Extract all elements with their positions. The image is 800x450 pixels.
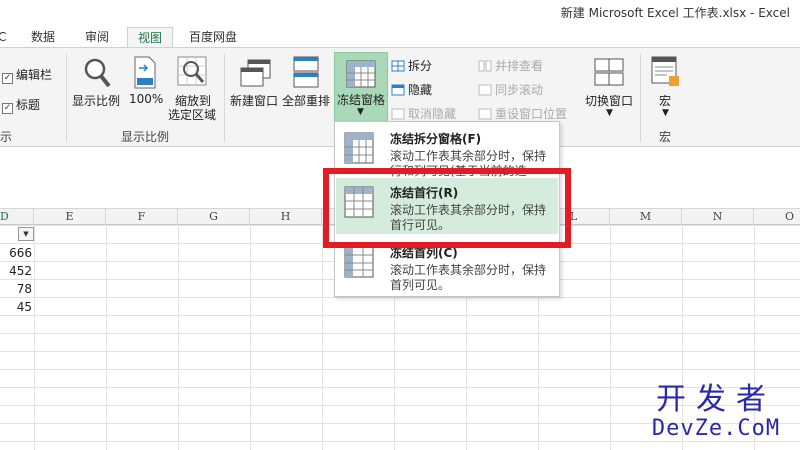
sync-scroll-label: 同步滚动 [495, 83, 544, 97]
sync-scroll-button[interactable]: 同步滚动 [478, 81, 543, 98]
unhide-label: 取消隐藏 [408, 107, 457, 121]
formula-bar-label: 编辑栏 [16, 68, 53, 82]
view-side-by-side-button[interactable]: 并排查看 [478, 57, 543, 74]
arrange-all-icon [293, 56, 319, 88]
formula-bar-checkbox[interactable]: ✓ 编辑栏 [2, 66, 52, 84]
new-window-icon [240, 59, 271, 87]
column-header-h[interactable]: H [250, 209, 322, 225]
column-header-g[interactable]: G [178, 209, 250, 225]
reset-position-label: 重设窗口位置 [495, 107, 568, 121]
column-header-e[interactable]: E [34, 209, 106, 225]
unhide-icon [391, 108, 405, 120]
new-window-label: 新建窗口 [230, 94, 279, 108]
cell-value[interactable]: 45 [0, 300, 34, 314]
dropdown-arrow-icon: ▼ [357, 107, 364, 117]
cell-value[interactable]: 666 [0, 246, 34, 260]
sync-scroll-icon [478, 84, 492, 96]
tab-review[interactable]: 审阅 [85, 27, 109, 48]
hide-icon [391, 84, 405, 96]
menu-item-title: 冻结拆分窗格(F) [390, 132, 482, 146]
freeze-panes-icon [346, 60, 376, 88]
zoom-100-icon [134, 56, 156, 89]
freeze-panes-option-icon [344, 132, 374, 164]
freeze-first-column-icon [344, 246, 374, 278]
dropdown-arrow-icon: ▼ [662, 108, 669, 118]
column-header-d[interactable]: D [0, 209, 34, 225]
side-by-side-icon [478, 60, 492, 72]
column-header-o[interactable]: O [754, 209, 800, 225]
split-icon [391, 60, 405, 72]
watermark-line-1: 开发者 [656, 382, 776, 417]
column-header-f[interactable]: F [106, 209, 178, 225]
cell-value[interactable]: 452 [0, 264, 34, 278]
macro-icon [651, 56, 679, 86]
macros-label: 宏 [659, 94, 672, 108]
reset-window-position-button[interactable]: 重设窗口位置 [478, 105, 567, 122]
unhide-button[interactable]: 取消隐藏 [391, 105, 456, 122]
cell-value[interactable]: 78 [0, 282, 34, 296]
tab-view[interactable]: 视图 [127, 27, 174, 48]
ribbon-tabs: C 数据 审阅 视图 百度网盘 [0, 24, 800, 48]
freeze-panes-label: 冻结窗格 [337, 93, 386, 107]
zoom-label: 显示比例 [72, 94, 121, 108]
reset-position-icon [478, 108, 492, 120]
check-icon: ✓ [2, 73, 13, 84]
group-divider [66, 54, 67, 142]
freeze-panes-button[interactable]: 冻结窗格 ▼ [334, 52, 388, 122]
window-title: 新建 Microsoft Excel 工作表.xlsx - Excel [560, 6, 790, 20]
tab-partial[interactable]: C [0, 27, 6, 48]
hide-button[interactable]: 隐藏 [391, 81, 432, 98]
column-header-m[interactable]: M [610, 209, 682, 225]
group-divider [640, 54, 641, 142]
headings-checkbox[interactable]: ✓ 标题 [2, 96, 40, 114]
tab-baidu-netdisk[interactable]: 百度网盘 [189, 27, 237, 48]
zoom-group-label: 显示比例 [121, 130, 170, 144]
switch-windows-icon [594, 58, 624, 86]
headings-label: 标题 [16, 98, 41, 112]
side-by-side-label: 并排查看 [495, 59, 544, 73]
show-group-label: 示 [0, 130, 13, 144]
watermark-line-2: DevZe.CoM [651, 416, 781, 441]
check-icon: ✓ [2, 103, 13, 114]
zoom-100-label: 100% [129, 92, 164, 106]
hide-label: 隐藏 [408, 83, 433, 97]
highlight-annotation-box [323, 168, 571, 248]
dropdown-arrow-icon: ▼ [606, 108, 613, 118]
menu-item-description: 滚动工作表其余部分时，保持首列可见。 [390, 263, 547, 292]
group-divider [224, 54, 225, 142]
split-label: 拆分 [408, 59, 433, 73]
tab-data[interactable]: 数据 [31, 27, 55, 48]
magnifier-icon [84, 58, 111, 88]
filter-dropdown-icon[interactable]: ▼ [18, 227, 34, 241]
macro-group-label: 宏 [659, 130, 672, 144]
title-bar: 新建 Microsoft Excel 工作表.xlsx - Excel [0, 0, 800, 24]
zoom-selection-label-2: 选定区域 [168, 108, 217, 122]
watermark: 开发者 DevZe.CoM [641, 384, 791, 442]
arrange-all-label: 全部重排 [282, 94, 331, 108]
column-header-n[interactable]: N [682, 209, 754, 225]
split-button[interactable]: 拆分 [391, 57, 432, 74]
switch-windows-label: 切换窗口 [585, 94, 634, 108]
zoom-selection-icon [177, 56, 207, 86]
